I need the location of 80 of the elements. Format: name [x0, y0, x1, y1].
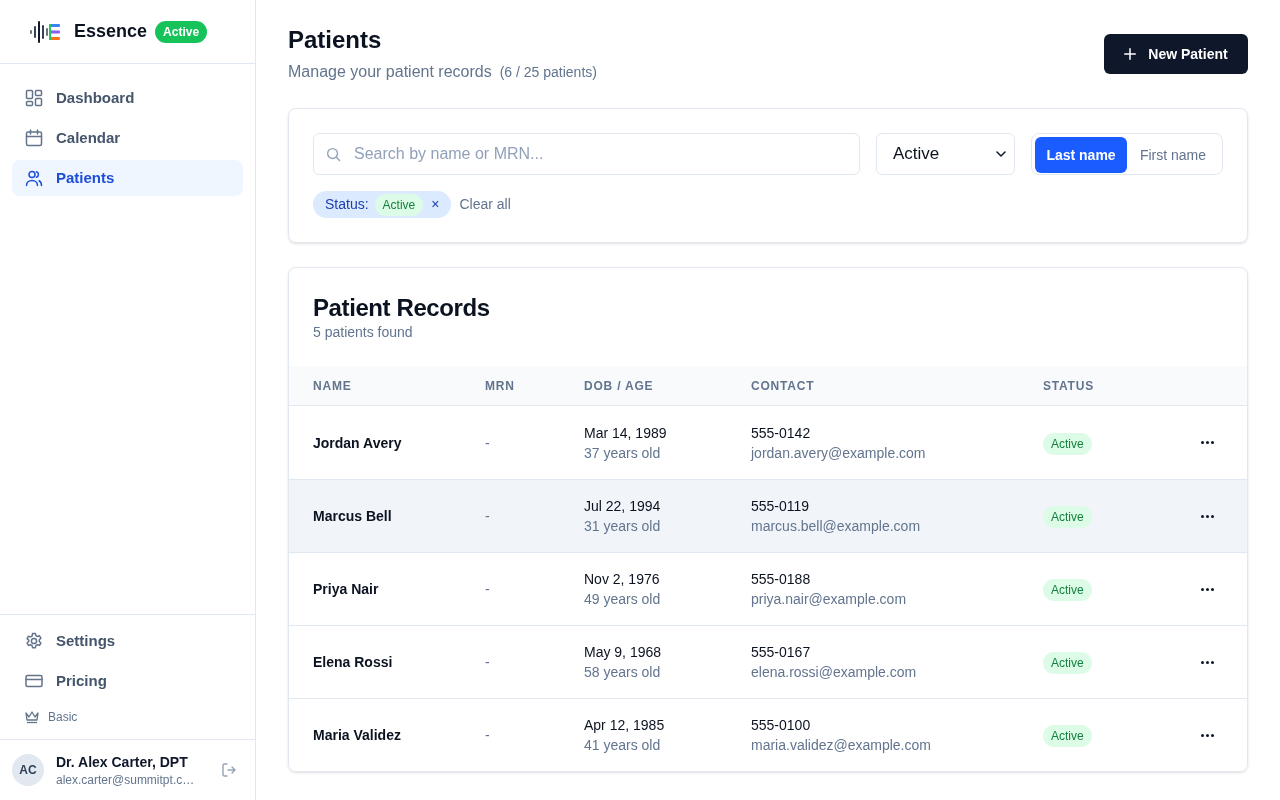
phone-number: 555-0100: [751, 716, 811, 735]
brand-name: Essence: [74, 20, 148, 43]
plan-label: Basic: [48, 709, 78, 726]
email-address: elena.rossi@example.com: [751, 663, 917, 682]
crown-icon: [24, 710, 40, 724]
table-subtitle: 5 patients found: [313, 323, 414, 342]
phone-number: 555-0119: [751, 497, 810, 516]
clear-all-link[interactable]: Clear all: [459, 194, 511, 215]
search-icon: [326, 146, 341, 162]
mrn-value: -: [485, 727, 490, 743]
chip-value: Active: [374, 193, 424, 216]
patient-age: 31 years old: [584, 517, 661, 536]
patient-name: Priya Nair: [313, 581, 379, 597]
sort-option[interactable]: First name: [1127, 137, 1219, 173]
column-header: DOB / AGE: [583, 377, 655, 395]
phone-number: 555-0142: [751, 423, 811, 443]
patient-age: 41 years old: [584, 736, 661, 755]
status-badge: Active: [1043, 725, 1092, 747]
page-title: Patients: [288, 25, 383, 55]
remove-filter-button[interactable]: ×: [431, 194, 440, 215]
nav-item[interactable]: Settings: [12, 623, 243, 659]
user-email: alex.carter@summitpt.c…: [56, 772, 196, 788]
nav-item[interactable]: Calendar: [12, 120, 243, 156]
patient-count: (6 / 25 patients): [499, 63, 597, 82]
mrn-value: -: [485, 434, 490, 451]
chevron-down-icon: [996, 151, 1006, 157]
search-field[interactable]: Search by name or MRN...: [313, 133, 860, 175]
sort-option[interactable]: Last name: [1035, 137, 1127, 173]
plus-icon: [1124, 48, 1137, 60]
chip-label: Status:: [325, 195, 369, 214]
logo-icon: [30, 20, 60, 43]
mrn-value: -: [485, 581, 490, 597]
patient-name: Marcus Bell: [313, 508, 392, 524]
birth-date: Apr 12, 1985: [584, 716, 665, 735]
plan-status-badge: Active: [155, 20, 208, 43]
user-avatar: AC: [12, 754, 44, 786]
email-address: marcus.bell@example.com: [751, 517, 921, 536]
mrn-value: -: [485, 654, 490, 670]
column-header: CONTACT: [750, 377, 816, 395]
patient-name: Elena Rossi: [313, 654, 393, 670]
new-patient-button[interactable]: New Patient: [1104, 34, 1248, 74]
birth-date: Mar 14, 1989: [584, 423, 667, 443]
more-icon: [1200, 733, 1214, 737]
birth-date: Jul 22, 1994: [584, 497, 661, 516]
column-header: NAME: [312, 377, 353, 395]
nav-item[interactable]: Dashboard: [12, 80, 243, 116]
birth-date: May 9, 1968: [584, 643, 662, 662]
calendar-icon: [24, 128, 44, 148]
phone-number: 555-0188: [751, 570, 811, 589]
status-badge: Active: [1043, 506, 1092, 528]
patient-age: 58 years old: [584, 663, 661, 682]
status-badge: Active: [1043, 652, 1092, 674]
birth-date: Nov 2, 1976: [584, 570, 660, 589]
email-address: priya.nair@example.com: [751, 590, 907, 609]
nav-item[interactable]: Patients: [12, 160, 243, 196]
email-address: jordan.avery@example.com: [751, 443, 926, 463]
users-icon: [24, 168, 44, 188]
patient-age: 37 years old: [584, 443, 661, 463]
settings-icon: [24, 631, 44, 651]
more-icon: [1200, 660, 1214, 664]
page-subtitle: Manage your patient records: [288, 62, 492, 82]
mrn-value: -: [485, 508, 490, 524]
column-header: MRN: [484, 377, 516, 395]
nav-item[interactable]: Pricing: [12, 663, 243, 699]
more-icon: [1200, 514, 1214, 518]
more-icon: [1200, 587, 1214, 591]
dashboard-grid-icon: [24, 88, 44, 108]
logout-icon: [221, 762, 237, 778]
email-address: maria.validez@example.com: [751, 736, 931, 755]
table-title: Patient Records: [313, 293, 491, 323]
status-badge: Active: [1043, 579, 1092, 601]
patient-name: Maria Validez: [313, 727, 401, 743]
more-icon: [1200, 441, 1214, 444]
status-select[interactable]: Active: [876, 133, 1015, 175]
user-name: Dr. Alex Carter, DPT: [56, 753, 189, 772]
column-header: STATUS: [1042, 377, 1096, 395]
patient-name: Jordan Avery: [313, 434, 402, 451]
status-badge: Active: [1043, 432, 1092, 455]
patient-age: 49 years old: [584, 590, 661, 609]
phone-number: 555-0167: [751, 643, 811, 662]
